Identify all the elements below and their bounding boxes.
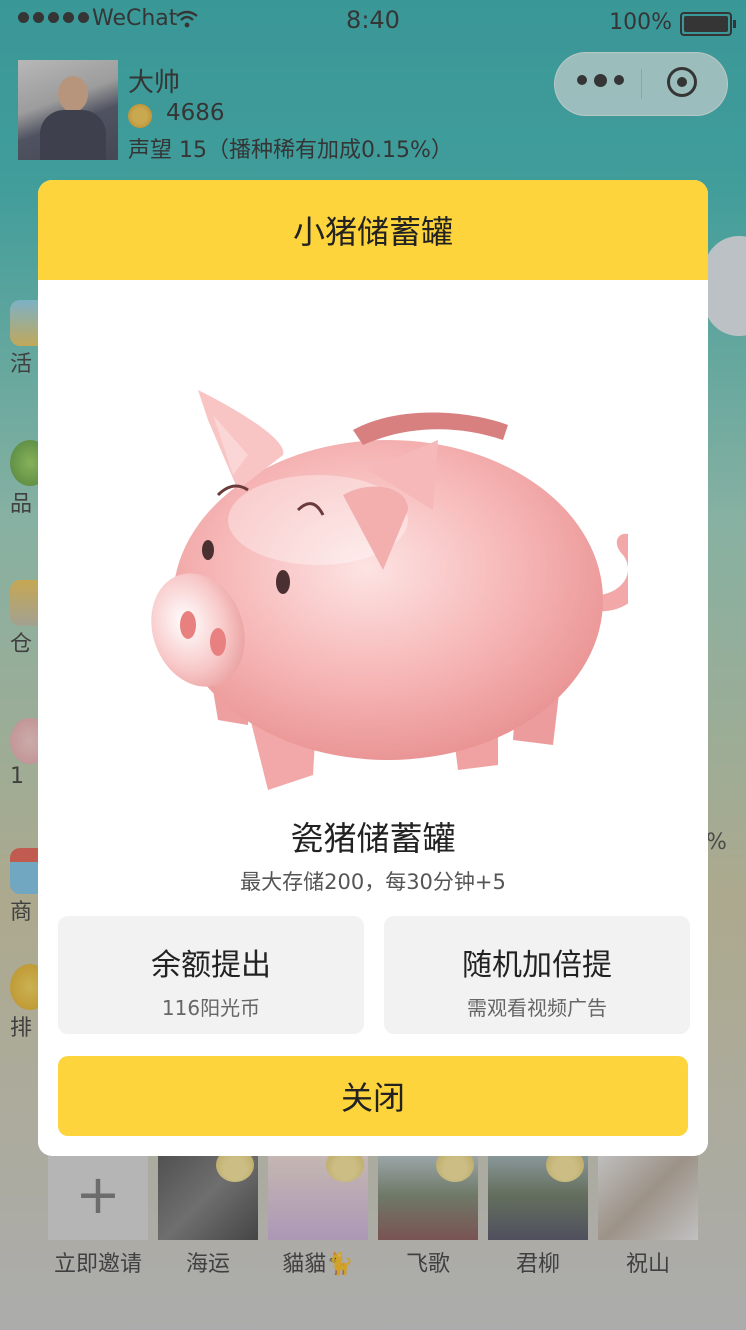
random-double-title: 随机加倍提 [462,948,612,983]
withdraw-amount: 116阳光币 [161,996,261,1020]
withdraw-balance-button[interactable]: 余额提出 116阳光币 [58,916,364,1034]
withdraw-title: 余额提出 [151,948,271,983]
piggy-bank-dialog: 小猪储蓄罐 瓷猪储蓄罐 最大存储200，每30分钟+5 余额提出 116阳光币 … [38,180,708,1156]
random-double-note: 需观看视频广告 [467,996,607,1020]
item-name: 瓷猪储蓄罐 [290,819,456,858]
item-description: 最大存储200，每30分钟+5 [240,870,506,894]
close-button[interactable]: 关闭 [58,1056,688,1136]
piggy-bank-image [118,370,648,810]
random-double-button[interactable]: 随机加倍提 需观看视频广告 [384,916,690,1034]
dialog-title: 小猪储蓄罐 [38,180,708,280]
